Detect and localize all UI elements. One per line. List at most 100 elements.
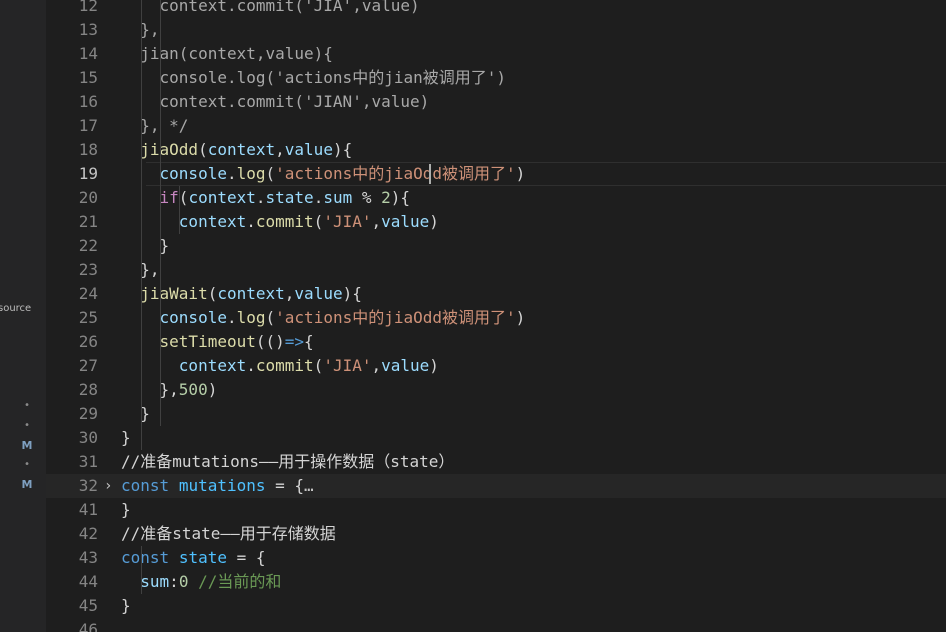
line-number: 18 [78, 140, 98, 159]
line-number: 45 [78, 596, 98, 615]
code-text: const mutations = {… [121, 474, 314, 498]
line-number: 22 [78, 236, 98, 255]
code-token: commit [255, 212, 314, 231]
code-line[interactable]: 12 context.commit('JIA',value) [46, 0, 946, 18]
scm-modified-badge: M [21, 439, 33, 452]
line-number: 30 [78, 428, 98, 447]
code-line[interactable]: 28 },500) [46, 378, 946, 402]
code-token: value [284, 140, 333, 159]
code-token: value [381, 356, 430, 375]
code-token: , [284, 284, 295, 303]
code-token: context [178, 212, 247, 231]
code-line[interactable]: 20 if(context.state.sum % 2){ [46, 186, 946, 210]
code-token: ( [313, 212, 324, 231]
code-token: const [121, 548, 170, 567]
code-line[interactable]: 46 [46, 618, 946, 632]
code-line[interactable]: 44 sum:0 //当前的和 [46, 570, 946, 594]
code-token: sum [140, 572, 170, 591]
code-token: 'JIA' [323, 212, 372, 231]
code-text: if(context.state.sum % 2){ [121, 186, 411, 210]
code-token: console.log('actions中的jian被调用了') [121, 68, 506, 87]
scm-status-dot: • [23, 420, 31, 431]
code-line[interactable]: 26 setTimeout(()=>{ [46, 330, 946, 354]
code-line[interactable]: 19 console.log('actions中的jiaOdd被调用了') [46, 162, 946, 186]
code-token: setTimeout [159, 332, 256, 351]
code-line[interactable]: 41} [46, 498, 946, 522]
code-line[interactable]: 24 jiaWait(context,value){ [46, 282, 946, 306]
code-token: 'JIA' [323, 356, 372, 375]
code-token: 'actions中的jiaOdd被调用了' [275, 308, 516, 327]
code-token: context [217, 284, 285, 303]
code-line[interactable]: 18 jiaOdd(context,value){ [46, 138, 946, 162]
code-token: ( [178, 188, 189, 207]
code-line[interactable]: 43 const state = { [46, 546, 946, 570]
code-line[interactable]: 13 }, [46, 18, 946, 42]
code-token: context [207, 140, 276, 159]
line-number: 21 [78, 212, 98, 231]
fold-chevron-right-icon[interactable]: › [104, 474, 118, 498]
code-token: . [226, 164, 237, 183]
code-token: log [236, 164, 266, 183]
code-token: } [121, 404, 150, 423]
code-token: , [371, 212, 382, 231]
code-text: //准备state——用于存储数据 [121, 522, 336, 546]
code-line[interactable]: 23 }, [46, 258, 946, 282]
code-line[interactable]: 31 //准备mutations——用于操作数据（state） [46, 450, 946, 474]
code-token: console [159, 164, 227, 183]
code-token: = { [226, 548, 266, 567]
code-token: ) [207, 380, 218, 399]
code-token: jiaOdd [140, 140, 199, 159]
code-token: console [159, 308, 227, 327]
code-token: ( [207, 284, 218, 303]
code-text: }, */ [121, 114, 188, 138]
explorer-sidebar-strip: source • • M • M [0, 0, 46, 632]
code-line[interactable]: 15 console.log('actions中的jian被调用了') [46, 66, 946, 90]
code-line[interactable]: 29 } [46, 402, 946, 426]
code-token: log [236, 308, 266, 327]
code-text: //准备mutations——用于操作数据（state） [121, 450, 454, 474]
code-line[interactable]: 14 jian(context,value){ [46, 42, 946, 66]
code-token: . [255, 188, 266, 207]
indent-guide [141, 546, 142, 594]
code-token: ) [515, 308, 526, 327]
code-token: context [178, 356, 247, 375]
code-token: //准备mutations——用于操作数据（state） [121, 452, 455, 471]
code-line[interactable]: 22 } [46, 234, 946, 258]
code-line[interactable]: 45} [46, 594, 946, 618]
code-text: setTimeout(()=>{ [121, 330, 314, 354]
code-text: } [121, 426, 131, 450]
code-line[interactable]: 27 context.commit('JIA',value) [46, 354, 946, 378]
code-token: => [284, 332, 305, 351]
code-token: state [265, 188, 314, 207]
code-token: const [121, 476, 170, 495]
code-token: sum [323, 188, 353, 207]
code-text: const state = { [121, 546, 266, 570]
code-line[interactable]: 16 context.commit('JIAN',value) [46, 90, 946, 114]
code-token: }, [121, 380, 179, 399]
code-line[interactable]: 25 console.log('actions中的jiaOdd被调用了') [46, 306, 946, 330]
text-cursor [429, 164, 431, 184]
code-token: context.commit('JIAN',value) [121, 92, 430, 111]
code-line[interactable]: 21 context.commit('JIA',value) [46, 210, 946, 234]
line-number: 32 [78, 476, 98, 495]
line-number: 26 [78, 332, 98, 351]
code-token: . [313, 188, 324, 207]
code-line[interactable]: 30} [46, 426, 946, 450]
code-line[interactable]: 17 }, */ [46, 114, 946, 138]
code-line[interactable]: 32 › const mutations = {… [46, 474, 946, 498]
code-editor[interactable]: 12 context.commit('JIA',value) 13 }, 14 ji… [46, 0, 946, 632]
line-number: 20 [78, 188, 98, 207]
sidebar-folder-label[interactable]: source [0, 303, 31, 314]
scm-status-dot: • [23, 459, 31, 470]
code-line[interactable]: 42 //准备state——用于存储数据 [46, 522, 946, 546]
code-token: jiaWait [140, 284, 208, 303]
line-number: 44 [78, 572, 98, 591]
code-text: jiaOdd(context,value){ [121, 138, 352, 162]
code-text: sum:0 //当前的和 [121, 570, 281, 594]
